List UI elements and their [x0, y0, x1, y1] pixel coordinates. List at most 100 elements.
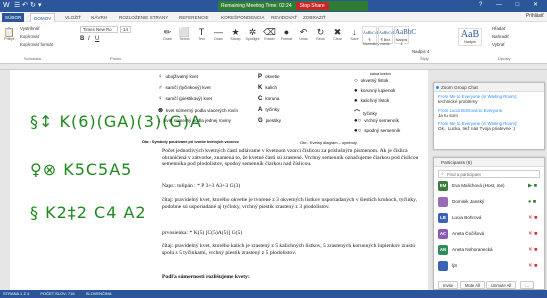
invite-button[interactable]: Invite [438, 281, 459, 289]
tab-design[interactable]: NÁVRH [88, 13, 110, 22]
legend-text: samčí (tyčinkový) kvet [165, 85, 211, 90]
legend-symbol: ○ [354, 78, 358, 84]
participant-name: ǉS [452, 263, 458, 268]
tab-layout[interactable]: ROZLOŽENIE STRANY [116, 13, 171, 22]
handwritten-formula-3: § K2‡2 C4 A2 [30, 203, 147, 222]
style-item[interactable]: AaBbCcDc ¶ Normálny [362, 26, 381, 46]
participant-row[interactable]: EM Eva Malichová (Host, me) ▶ ■ [438, 180, 544, 193]
page-count[interactable]: STRANA 1 Z 4 [3, 291, 29, 296]
cut-button[interactable]: Vystrihnúť [20, 26, 40, 31]
participant-status-icons[interactable]: ✕ ■ [528, 262, 537, 270]
participant-status-icons[interactable]: ● ■ [528, 198, 536, 206]
redo-icon[interactable]: ↻ [30, 2, 36, 10]
participant-row[interactable]: AN Aneta Nehoranecká ✕ ■ [438, 244, 544, 257]
redo-icon: ↻ [316, 27, 325, 37]
legend-symbol: ♂ [158, 85, 163, 91]
find-participant-input[interactable]: ⌕ Find a participant [438, 170, 540, 178]
annot-tool-text[interactable]: T Text [194, 27, 209, 41]
tab-view[interactable]: ZOBRAZIŤ [300, 13, 329, 22]
format-painter-button[interactable]: Kopírovať formát [20, 42, 53, 47]
participant-name: Dominik Janský [452, 199, 485, 204]
zoom-group-chat-panel: Zoom Group Chat From Me to Everyone (in … [433, 82, 545, 150]
select-button[interactable]: Vybrať [492, 42, 505, 47]
tab-review[interactable]: REVIDOVAŤ [268, 13, 300, 22]
annot-tool-undo[interactable]: ↶ Undo [296, 27, 311, 41]
bold-button[interactable]: B [80, 36, 84, 42]
draw-icon: — [214, 27, 223, 37]
participant-row[interactable]: ǉS ✕ ■ [438, 260, 544, 273]
participant-row[interactable]: AC Aneta Čočišová ✕ ■ [438, 228, 544, 241]
legend-symbol: ⌒ [354, 111, 361, 117]
tab-insert[interactable]: VLOŽIŤ [62, 13, 84, 22]
customize-quick-access-icon[interactable]: ▾ [38, 2, 42, 10]
legend-symbol: ↓ [158, 118, 161, 124]
find-button[interactable]: Hľadať [492, 26, 505, 31]
annot-tool-clear[interactable]: ✖ Clear [330, 27, 345, 41]
language-indicator[interactable]: SLOVENČINA [86, 291, 112, 296]
style-item[interactable]: AaBbCcDc ¶ Bez medz. [378, 26, 397, 46]
annot-tool-label: Clear [333, 37, 342, 41]
unmute-all-button[interactable]: Unmute All [486, 281, 517, 289]
ribbon-tabs: SÚBOR DOMOV VLOŽIŤ NÁVRH ROZLOŽENIE STRA… [0, 12, 547, 23]
chat-message: From Lucia Bohrová to Everyone: Ja tu som [434, 106, 544, 120]
legend-row: ●○ vrchný semenník [354, 118, 399, 124]
doc-paragraph-6: Podľa súmernosti rozlišujeme kvety: [162, 274, 250, 280]
annot-tool-save[interactable]: ↓ Save [347, 27, 362, 41]
annot-tool-select[interactable]: ⬜ Select [177, 27, 192, 41]
legend-symbol: ● [354, 98, 358, 104]
participant-status-icons[interactable]: ✕ ■ [528, 246, 537, 254]
legend-row: Atyčinky [258, 107, 279, 113]
font-size-select[interactable]: 14 [120, 26, 131, 33]
annot-tool-format[interactable]: ● Format [279, 27, 294, 41]
ribbon: 📋 Prilepť Vystrihnúť Kopírovať Kopírovať… [0, 22, 547, 64]
tab-references[interactable]: REFERENCIE [176, 13, 212, 22]
copy-button[interactable]: Kopírovať [20, 34, 39, 39]
undo-icon[interactable]: ↶ [22, 2, 28, 10]
status-bar: STRANA 1 Z 4 POČET SLOV: 716 SLOVENČINA [0, 290, 547, 298]
italic-button[interactable]: I [88, 36, 90, 42]
legend-symbol: P [258, 74, 263, 80]
tab-mailings[interactable]: KOREŠPONDENCIA [218, 13, 267, 22]
sign-in-link[interactable]: Prihlásiť [526, 13, 544, 19]
participant-row[interactable]: LB Lucia Bohrová ✕ ■ [438, 212, 544, 225]
stop-share-button[interactable]: Stop Share [295, 2, 329, 10]
legend-row: ● kalichný lístok [354, 98, 389, 104]
annot-tool-spotlight[interactable]: ✲ Spotlight [245, 27, 260, 41]
legend-row: Gpiestiky [258, 118, 281, 124]
font-name-select[interactable]: Times New Ro [80, 26, 118, 33]
document-page[interactable]: §↕ K(6)(GA)(3)(G)A ♀⊗ K5C5A5 § K2‡2 C4 A… [10, 70, 428, 290]
style-item[interactable]: AaBbC Nadpis 1 [394, 26, 416, 46]
underline-button[interactable]: U [95, 36, 99, 42]
replace-button[interactable]: Nahradiť [492, 34, 509, 39]
mute-all-button[interactable]: Mute All [460, 281, 485, 289]
annot-tool-draw[interactable]: — Draw [211, 27, 226, 41]
title-bar: W ☰ ↶ ↻ ▾ Remaining Meeting Time: 02:24 … [0, 0, 547, 12]
style-heading-big[interactable]: AaB Nadpis [458, 28, 482, 46]
word-count[interactable]: POČET SLOV: 716 [40, 291, 74, 296]
paste-button[interactable]: 📋 Prilepť [2, 27, 17, 41]
participants-title: Participants (6) [441, 160, 472, 165]
chat-message: From Me to Everyone (in Waiting Room): Ok… [434, 119, 544, 133]
annot-tool-label: Select [179, 37, 190, 41]
annot-tool-stamp[interactable]: ★ Stamp [228, 27, 243, 41]
window-controls[interactable]: ? — □ ✕ [479, 1, 544, 8]
clear-icon: ✖ [333, 27, 342, 37]
legend-right-caption: Obr.: Kvetný diagram – symboly [300, 140, 357, 145]
more-options-button[interactable]: … [520, 281, 535, 289]
tab-file[interactable]: SÚBOR [2, 13, 25, 22]
search-icon: ⌕ [441, 171, 444, 177]
chat-message-text: Ja tu som [438, 112, 458, 118]
legend-row: ○ okvetný lístok [354, 78, 388, 84]
chat-message-text: technické problémy [438, 99, 478, 104]
legend-symbol: K [258, 85, 263, 91]
annot-tool-draw[interactable]: ✏ Draw [160, 27, 175, 41]
annot-tool-redo[interactable]: ↻ Redo [313, 27, 328, 41]
participant-status-icons[interactable]: ▶ ■ [528, 182, 537, 190]
legend-symbol: ♀ [158, 96, 163, 102]
save-icon[interactable]: ☰ [14, 2, 20, 10]
participant-status-icons[interactable]: ✕ ■ [528, 214, 537, 222]
annot-tool-eraser[interactable]: ⌫ Eraser [262, 27, 277, 41]
meeting-time-text: Remaining Meeting Time: 02:24 [221, 3, 292, 9]
participant-row[interactable]: Dominik Janský ● ■ [438, 196, 544, 209]
participant-status-icons[interactable]: ✕ ■ [528, 230, 537, 238]
